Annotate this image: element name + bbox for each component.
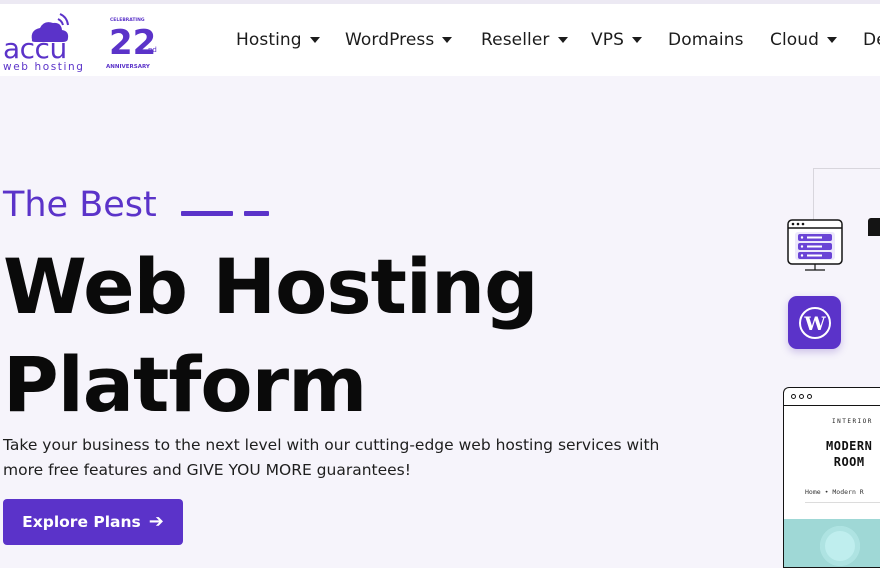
preview-title-line-1: MODERN <box>826 439 873 453</box>
explore-plans-button[interactable]: Explore Plans ➔ <box>3 499 183 545</box>
preview-title-line-2: ROOM <box>833 455 865 469</box>
website-preview-card: INTERIOR MODERN ROOM Home • Modern R <box>783 387 880 568</box>
hero-headline: Web Hosting Platform <box>3 238 538 434</box>
brand-logo[interactable]: accu web hosting CELEBRATING 22 nd ANNIV… <box>2 10 157 72</box>
preview-plate <box>820 526 860 566</box>
nav-item-wordpress[interactable]: WordPress <box>345 25 453 55</box>
caret-down-icon <box>827 37 838 43</box>
preview-category: INTERIOR <box>832 418 873 425</box>
caret-down-icon <box>631 37 642 43</box>
hero-subtext: Take your business to the next level wit… <box>3 436 660 479</box>
nav-label: VPS <box>591 30 624 50</box>
hero-eyebrow: The Best <box>3 185 157 225</box>
preview-breadcrumb: Home • Modern R <box>805 488 864 496</box>
card-edge <box>868 218 880 236</box>
nav-label: Hosting <box>236 30 302 50</box>
nav-item-hosting[interactable]: Hosting <box>236 25 320 55</box>
accent-dash-short <box>244 211 269 216</box>
nav-label: Domains <box>668 30 744 50</box>
server-icon <box>787 219 843 273</box>
divider <box>805 502 880 503</box>
logo-mark: accu web hosting CELEBRATING 22 nd ANNIV… <box>3 13 157 72</box>
window-dot-icon <box>799 394 804 399</box>
headline-line-2: Platform <box>3 340 367 429</box>
nav-item-reseller[interactable]: Reseller <box>481 25 568 55</box>
nav-item-cloud[interactable]: Cloud <box>770 25 838 55</box>
anniversary-number: 22 <box>109 23 156 63</box>
caret-down-icon <box>557 37 568 43</box>
nav-item-vps[interactable]: VPS <box>591 25 642 55</box>
nav-item-domains[interactable]: Domains <box>668 25 744 55</box>
svg-text:W: W <box>803 313 826 335</box>
headline-line-1: Web Hosting <box>3 242 538 331</box>
browser-bar <box>784 388 880 406</box>
brand-tagline: web hosting <box>3 61 85 72</box>
nav-label: Reseller <box>481 30 550 50</box>
anniversary-suffix: nd <box>148 46 157 54</box>
nav-label: Cloud <box>770 30 820 50</box>
caret-down-icon <box>442 37 453 43</box>
site-header: accu web hosting CELEBRATING 22 nd ANNIV… <box>0 4 880 76</box>
decor-line <box>813 168 880 169</box>
nav-label: De <box>863 30 880 50</box>
nav-label: WordPress <box>345 30 435 50</box>
accent-dash <box>181 211 233 216</box>
nav-item-de[interactable]: De <box>863 25 880 55</box>
wordpress-icon: W <box>788 296 841 349</box>
cta-label: Explore Plans <box>22 513 141 531</box>
preview-title: MODERN ROOM <box>826 438 872 470</box>
caret-down-icon <box>309 37 320 43</box>
anniversary-bottom: ANNIVERSARY <box>106 64 151 70</box>
arrow-right-icon: ➔ <box>148 511 164 532</box>
window-dot-icon <box>807 394 812 399</box>
window-dot-icon <box>791 394 796 399</box>
